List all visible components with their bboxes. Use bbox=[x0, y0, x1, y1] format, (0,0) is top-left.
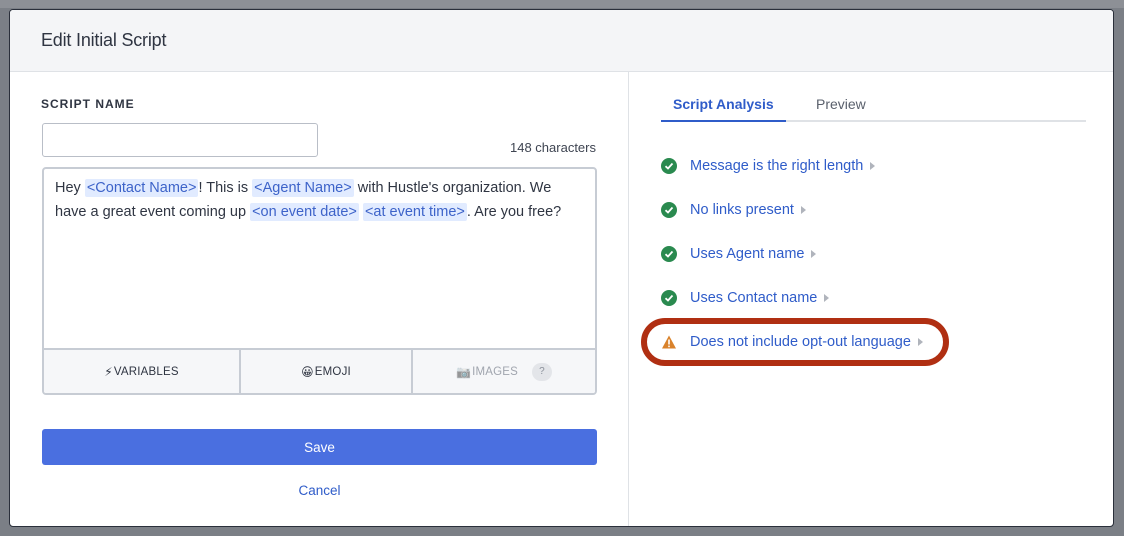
modal-title: Edit Initial Script bbox=[41, 30, 167, 50]
caret-right-icon bbox=[917, 338, 923, 346]
backdrop bbox=[0, 0, 1124, 8]
script-name-input[interactable] bbox=[42, 123, 318, 157]
images-button[interactable]: 📷 IMAGES ? bbox=[413, 350, 595, 393]
images-label: IMAGES bbox=[472, 365, 519, 378]
variable-chip[interactable]: <on event date> bbox=[250, 203, 359, 221]
caret-right-icon bbox=[824, 294, 830, 302]
analysis-item-opt-out[interactable]: Does not include opt-out language bbox=[641, 318, 949, 366]
caret-right-icon bbox=[800, 206, 806, 214]
check-circle-icon bbox=[661, 202, 677, 218]
check-circle-icon bbox=[661, 158, 677, 174]
variable-chip[interactable]: <Contact Name> bbox=[84, 179, 199, 197]
tab-preview[interactable]: Preview bbox=[816, 94, 866, 112]
analysis-item-links[interactable]: No links present bbox=[661, 188, 923, 232]
tab-script-analysis[interactable]: Script Analysis bbox=[661, 94, 786, 122]
variables-button[interactable]: ⚡ VARIABLES bbox=[44, 350, 241, 393]
analysis-item-label: No links present bbox=[690, 202, 794, 218]
variables-label: VARIABLES bbox=[113, 365, 179, 378]
script-name-label: SCRIPT NAME bbox=[41, 97, 135, 111]
analysis-pane: Script Analysis Preview Message is the r… bbox=[629, 72, 1113, 526]
emoji-label: EMOJI bbox=[314, 365, 351, 378]
message-text-segment: Hey bbox=[55, 180, 85, 196]
caret-right-icon bbox=[870, 162, 876, 170]
warning-icon bbox=[661, 334, 677, 350]
modal-header: Edit Initial Script bbox=[10, 10, 1113, 72]
help-badge[interactable]: ? bbox=[532, 362, 553, 381]
camera-icon: 📷 bbox=[455, 364, 472, 379]
editor-toolbar: ⚡ VARIABLES 😀 EMOJI 📷 IMAGES ? bbox=[44, 348, 595, 393]
smiley-icon: 😀 bbox=[301, 364, 314, 379]
script-editor-pane: SCRIPT NAME 148 characters Hey <Contact … bbox=[10, 72, 629, 526]
modal-body: SCRIPT NAME 148 characters Hey <Contact … bbox=[10, 72, 1113, 526]
analysis-item-length[interactable]: Message is the right length bbox=[661, 144, 923, 188]
message-text[interactable]: Hey <Contact Name>! This is <Agent Name>… bbox=[55, 176, 581, 224]
analysis-item-label: Does not include opt-out language bbox=[690, 334, 911, 350]
caret-right-icon bbox=[811, 250, 817, 258]
analysis-list: Message is the right length No links pre… bbox=[641, 144, 949, 366]
analysis-item-agent-name[interactable]: Uses Agent name bbox=[661, 232, 923, 276]
check-circle-icon bbox=[661, 246, 677, 262]
edit-script-modal: Edit Initial Script SCRIPT NAME 148 char… bbox=[9, 9, 1114, 527]
variable-chip[interactable]: <at event time> bbox=[362, 203, 467, 221]
analysis-item-label: Uses Agent name bbox=[690, 246, 805, 262]
analysis-tabs: Script Analysis Preview bbox=[661, 94, 1086, 122]
character-count: 148 characters bbox=[510, 140, 596, 155]
analysis-item-label: Message is the right length bbox=[690, 158, 864, 174]
lightning-icon: ⚡ bbox=[104, 364, 113, 379]
emoji-button[interactable]: 😀 EMOJI bbox=[241, 350, 413, 393]
analysis-item-label: Uses Contact name bbox=[690, 290, 818, 306]
check-circle-icon bbox=[661, 290, 677, 306]
message-editor[interactable]: Hey <Contact Name>! This is <Agent Name>… bbox=[42, 167, 597, 395]
analysis-item-contact-name[interactable]: Uses Contact name bbox=[661, 276, 923, 320]
message-text-segment: ! This is bbox=[198, 180, 253, 196]
cancel-link[interactable]: Cancel bbox=[10, 483, 629, 498]
message-text-segment: . Are you free? bbox=[466, 204, 562, 220]
save-button[interactable]: Save bbox=[42, 429, 597, 465]
variable-chip[interactable]: <Agent Name> bbox=[252, 179, 354, 197]
